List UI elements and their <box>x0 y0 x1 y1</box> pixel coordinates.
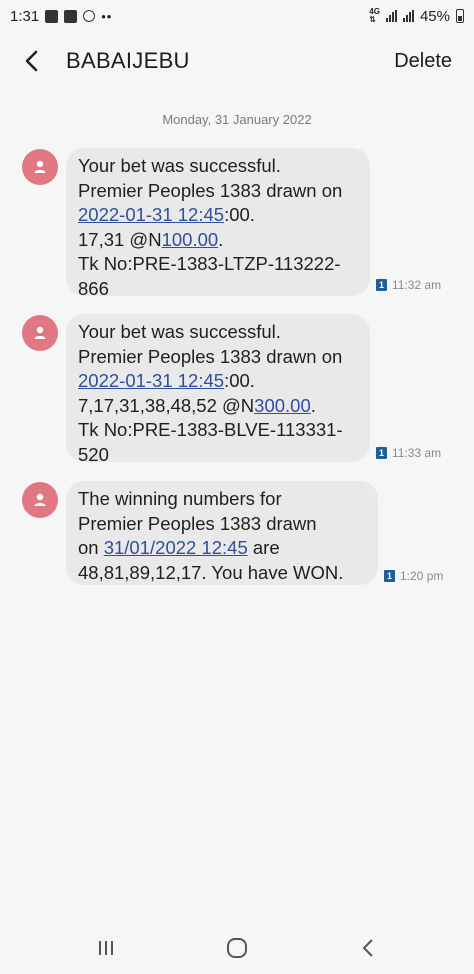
message-line: 17,31 @N100.00. <box>78 228 224 250</box>
message-line: 866 <box>78 277 109 299</box>
message-line: 2022-01-31 12:45:00. <box>78 370 255 391</box>
message-time: 11:33 am <box>392 446 442 460</box>
navigation-bar <box>0 922 474 974</box>
sim-icon: 1 <box>376 447 387 459</box>
person-icon <box>34 160 46 173</box>
message-line: 2022-01-31 12:45:00. <box>78 204 255 225</box>
message-meta: 1 11:32 am <box>376 278 441 292</box>
notification-icon <box>83 10 96 22</box>
status-time: 1:31 <box>10 7 40 25</box>
message-line: Your bet was successful. <box>78 155 281 176</box>
date-link[interactable]: 2022-01-31 12:45 <box>78 370 224 391</box>
network-type-icon: 4G ⇅ <box>369 7 380 24</box>
sim-icon: 1 <box>384 570 395 582</box>
facebook-icon <box>45 9 59 23</box>
home-icon[interactable] <box>217 928 257 968</box>
chevron-left-icon[interactable] <box>24 46 54 76</box>
message-line: 520 <box>78 443 109 465</box>
message-line: on 31/01/2022 12:45 are <box>78 537 280 558</box>
back-icon[interactable] <box>348 928 388 968</box>
message-line: Premier Peoples 1383 drawn on <box>78 179 343 201</box>
message-line: Premier Peoples 1383 drawn <box>78 512 317 534</box>
message-line: Tk No:PRE-1383-LTZP-113222- <box>78 253 341 274</box>
signal-icon-1 <box>385 10 397 22</box>
message-line: Tk No:PRE-1383-BLVE-113331- <box>78 419 343 440</box>
battery-icon <box>456 9 464 23</box>
message-line: The winning numbers for <box>78 488 282 509</box>
message-bubble[interactable]: The winning numbers for Premier Peoples … <box>66 481 378 585</box>
message-line: 7,17,31,38,48,52 @N300.00. <box>78 394 316 416</box>
signal-icon-2 <box>402 10 414 22</box>
avatar[interactable] <box>22 482 58 518</box>
gallery-icon <box>64 9 78 23</box>
message-bubble[interactable]: Your bet was successful. Premier Peoples… <box>66 148 370 299</box>
person-icon <box>34 493 46 506</box>
more-notifications-icon: •• <box>101 8 113 24</box>
avatar[interactable] <box>22 149 58 185</box>
delete-button[interactable]: Delete <box>394 50 452 73</box>
date-link[interactable]: 2022-01-31 12:45 <box>78 204 224 225</box>
person-icon <box>34 326 46 339</box>
sim-icon: 1 <box>376 279 387 291</box>
conversation-header: BABAIJEBU Delete <box>0 38 474 84</box>
recents-icon[interactable] <box>86 928 126 968</box>
date-link[interactable]: 31/01/2022 12:45 <box>104 537 248 558</box>
status-bar: 1:31 •• 4G ⇅ 45% <box>0 0 474 32</box>
message-time: 1:20 pm <box>400 569 444 583</box>
message-meta: 1 1:20 pm <box>384 569 443 583</box>
amount-link[interactable]: 100.00 <box>162 229 219 250</box>
message-meta: 1 11:33 am <box>376 446 441 460</box>
message-bubble[interactable]: Your bet was successful. Premier Peoples… <box>66 314 370 465</box>
date-separator: Monday, 31 January 2022 <box>162 112 312 127</box>
battery-level: 45% <box>419 7 450 25</box>
avatar[interactable] <box>22 315 58 351</box>
contact-title: BABAIJEBU <box>66 48 190 73</box>
message-line: Your bet was successful. <box>78 321 281 342</box>
message-line: Premier Peoples 1383 drawn on <box>78 345 343 367</box>
message-time: 11:32 am <box>392 278 442 292</box>
message-line: 48,81,89,12,17. You have WON. <box>78 561 344 583</box>
amount-link[interactable]: 300.00 <box>254 395 311 416</box>
